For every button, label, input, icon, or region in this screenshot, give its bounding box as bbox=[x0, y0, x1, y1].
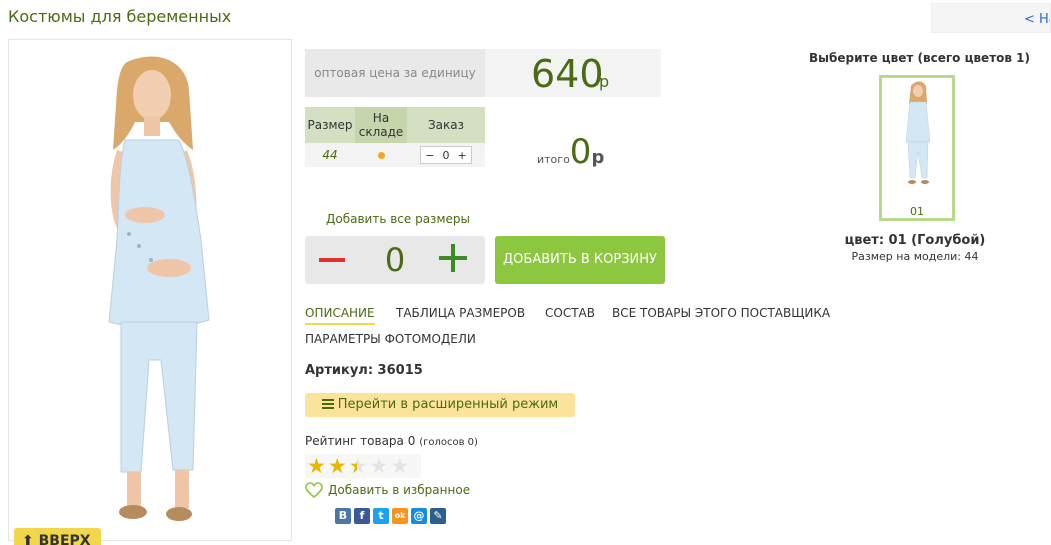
tab-size-chart[interactable]: ТАБЛИЦА РАЗМЕРОВ bbox=[396, 306, 525, 323]
scroll-up-label: ВВЕРХ bbox=[38, 533, 91, 545]
mailru-icon[interactable]: @ bbox=[411, 508, 427, 524]
star-icon[interactable]: ★ bbox=[307, 454, 326, 478]
plus-icon[interactable] bbox=[439, 244, 467, 272]
price-block: оптовая цена за единицу 640 р bbox=[305, 49, 661, 97]
selected-color-label: цвет: 01 (Голубой) bbox=[844, 233, 986, 248]
advanced-mode-label: Перейти в расширенный режим bbox=[337, 397, 559, 412]
total-currency: р bbox=[591, 147, 605, 168]
vkontakte-icon[interactable]: В bbox=[335, 508, 351, 524]
color-thumbnail[interactable]: 01 bbox=[879, 75, 955, 221]
increase-icon[interactable]: + bbox=[458, 149, 467, 162]
rating-label: Рейтинг товара 0 (голосов 0) bbox=[305, 434, 478, 448]
page-title: Костюмы для беременных bbox=[8, 7, 232, 26]
price-label: оптовая цена за единицу bbox=[305, 49, 485, 97]
color-code: 01 bbox=[910, 205, 924, 218]
stock-cell bbox=[355, 143, 407, 167]
order-cell: − 0 + bbox=[407, 143, 485, 167]
size-cell: 44 bbox=[305, 143, 355, 167]
odnoklassniki-icon[interactable]: ok bbox=[392, 508, 408, 524]
order-quantity-stepper[interactable]: − 0 + bbox=[420, 146, 472, 164]
advanced-mode-button[interactable]: Перейти в расширенный режим bbox=[305, 393, 575, 417]
model-illustration bbox=[108, 56, 210, 521]
tab-composition[interactable]: СОСТАВ bbox=[545, 306, 595, 323]
list-icon bbox=[321, 399, 334, 409]
column-header-stock: На складе bbox=[355, 107, 407, 143]
quantity-stepper: 0 bbox=[305, 236, 485, 284]
table-row: 44 − 0 + bbox=[305, 143, 485, 167]
rating-text: Рейтинг товара 0 bbox=[305, 434, 416, 448]
rating-stars[interactable]: ★ ★ ★ ★ ★ bbox=[305, 454, 421, 478]
star-icon[interactable]: ★ bbox=[328, 454, 347, 478]
product-photo[interactable] bbox=[8, 39, 292, 541]
price-currency: р bbox=[599, 72, 610, 91]
heart-icon bbox=[305, 482, 323, 498]
price-value: 640 bbox=[531, 52, 604, 96]
add-to-favorites-link[interactable]: Добавить в избранное bbox=[305, 482, 470, 498]
order-total: итого0р bbox=[537, 132, 604, 172]
star-icon[interactable]: ★ bbox=[390, 454, 409, 478]
add-to-cart-button[interactable]: ДОБАВИТЬ В КОРЗИНУ bbox=[495, 236, 665, 284]
color-picker-heading: Выберите цвет (всего цветов 1) bbox=[809, 51, 1030, 65]
livejournal-icon[interactable]: ✎ bbox=[430, 508, 446, 524]
column-header-order: Заказ bbox=[407, 107, 485, 143]
column-header-size: Размер bbox=[305, 107, 355, 143]
order-quantity-value[interactable]: 0 bbox=[443, 149, 450, 162]
favorite-label: Добавить в избранное bbox=[328, 483, 471, 497]
scroll-up-button[interactable]: ⬆ ВВЕРХ bbox=[14, 528, 101, 545]
star-icon[interactable]: ★ bbox=[369, 454, 388, 478]
add-all-sizes-link[interactable]: Добавить все размеры bbox=[326, 212, 470, 226]
sizes-table-header: Размер На складе Заказ bbox=[305, 107, 485, 143]
tab-description[interactable]: ОПИСАНИЕ bbox=[305, 306, 375, 325]
star-icon[interactable]: ★ bbox=[349, 454, 368, 478]
decrease-icon[interactable]: − bbox=[425, 149, 434, 162]
social-share-bar: Вf t ok @ ✎ bbox=[335, 508, 446, 524]
rating-votes: (голосов 0) bbox=[419, 437, 478, 448]
tab-model-parameters[interactable]: ПАРАМЕТРЫ ФОТОМОДЕЛИ bbox=[305, 332, 476, 349]
in-stock-indicator bbox=[377, 152, 385, 159]
back-link[interactable]: < На bbox=[931, 3, 1051, 33]
thumbnail-image bbox=[905, 81, 931, 184]
tab-supplier-products[interactable]: ВСЕ ТОВАРЫ ЭТОГО ПОСТАВЩИКА bbox=[612, 306, 830, 323]
sku-text: Артикул: 36015 bbox=[305, 363, 423, 378]
total-value: 0 bbox=[569, 132, 592, 172]
sizes-table: Размер На складе Заказ 44 − 0 + bbox=[305, 107, 485, 167]
model-size-label: Размер на модели: 44 bbox=[851, 250, 979, 263]
twitter-icon[interactable]: t bbox=[373, 508, 389, 524]
total-label: итого bbox=[537, 153, 570, 166]
facebook-icon[interactable]: f bbox=[354, 508, 370, 524]
